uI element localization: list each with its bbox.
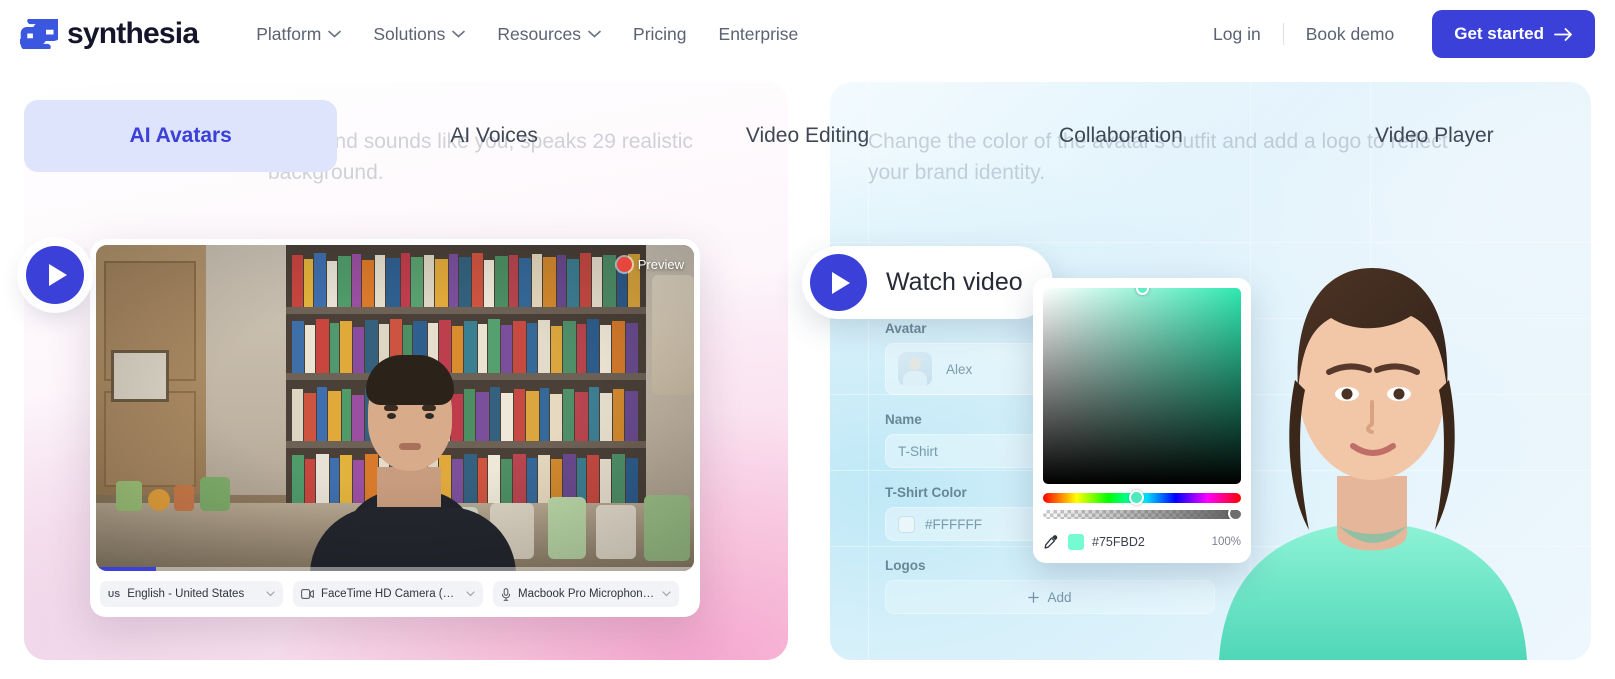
saturation-value-area[interactable] xyxy=(1043,288,1241,484)
chevron-down-icon xyxy=(452,30,466,38)
alpha-slider[interactable] xyxy=(1043,510,1241,519)
nav-divider xyxy=(1282,23,1284,45)
brand-name: synthesia xyxy=(67,17,199,50)
eyedropper-icon[interactable] xyxy=(1043,534,1059,550)
tab-video-editing[interactable]: Video Editing xyxy=(651,100,964,172)
nav-label-platform: Platform xyxy=(256,23,322,44)
chevron-down-icon xyxy=(328,30,342,38)
nav-item-platform[interactable]: Platform xyxy=(240,16,357,53)
play-icon xyxy=(48,264,67,286)
chevron-down-icon xyxy=(266,591,275,597)
watch-video-circle xyxy=(810,254,867,311)
tab-ai-voices[interactable]: AI Voices xyxy=(337,100,650,172)
tshirt-color-value: #FFFFFF xyxy=(925,516,982,532)
camera-icon xyxy=(301,589,314,599)
hex-color-input[interactable]: #75FBD2 xyxy=(1068,534,1195,550)
microphone-select[interactable]: Macbook Pro Microphone (Bu... xyxy=(493,581,679,607)
arrow-right-icon xyxy=(1554,27,1572,41)
add-logo-button[interactable]: Add xyxy=(885,580,1215,614)
nav-item-resources[interactable]: Resources xyxy=(481,16,617,53)
tab-video-player[interactable]: Video Player xyxy=(1278,100,1591,172)
language-select-value: English - United States xyxy=(127,588,245,600)
plus-icon xyxy=(1028,591,1040,603)
add-logo-label: Add xyxy=(1047,589,1072,605)
watch-video-button[interactable]: Watch video xyxy=(802,246,1053,319)
nav-actions: Log in Book demo Get started xyxy=(1197,10,1595,58)
microphone-select-value: Macbook Pro Microphone (Bu... xyxy=(518,588,655,600)
video-progress-fill xyxy=(96,567,156,571)
avatar-thumbnail-icon xyxy=(898,352,932,386)
video-progress-bar[interactable] xyxy=(96,567,694,571)
chevron-down-icon xyxy=(466,591,475,597)
record-dot-icon xyxy=(616,257,632,272)
alpha-handle-icon[interactable] xyxy=(1228,510,1241,519)
camera-select[interactable]: FaceTime HD Camera (2C0E... xyxy=(293,581,483,607)
color-picker-popover[interactable]: #75FBD2 100% xyxy=(1033,278,1251,563)
preview-label: Preview xyxy=(637,257,684,272)
nav-item-pricing[interactable]: Pricing xyxy=(617,16,703,53)
chevron-down-icon xyxy=(662,591,671,597)
primary-nav: Platform Solutions Resources Pricing Ent… xyxy=(240,16,814,53)
nav-label-resources: Resources xyxy=(497,23,582,44)
synthesia-logo-icon xyxy=(20,19,58,49)
camera-select-value: FaceTime HD Camera (2C0E... xyxy=(321,588,459,600)
hue-slider[interactable] xyxy=(1043,490,1241,505)
watch-video-label: Watch video xyxy=(886,268,1023,296)
get-started-button[interactable]: Get started xyxy=(1432,10,1595,58)
color-swatch-icon xyxy=(898,515,915,533)
hex-color-value: #75FBD2 xyxy=(1092,535,1145,549)
book-demo-link[interactable]: Book demo xyxy=(1290,16,1411,53)
play-video-button-left[interactable] xyxy=(26,246,84,304)
webcam-recorder-window: Preview US English - United States FaceT… xyxy=(90,239,700,617)
flag-us-icon: US xyxy=(108,589,121,599)
webcam-video-frame: Preview xyxy=(96,245,694,571)
brand-logo[interactable]: synthesia xyxy=(20,17,199,50)
nav-label-solutions: Solutions xyxy=(373,23,446,44)
tab-collaboration[interactable]: Collaboration xyxy=(964,100,1277,172)
preview-badge: Preview xyxy=(616,257,684,272)
name-field-value: T-Shirt xyxy=(898,443,938,459)
nav-item-solutions[interactable]: Solutions xyxy=(357,16,481,53)
nav-item-enterprise[interactable]: Enterprise xyxy=(703,16,815,53)
nav-label-pricing: Pricing xyxy=(633,23,687,44)
alpha-value: 100% xyxy=(1211,536,1241,548)
saturation-handle-icon[interactable] xyxy=(1136,288,1149,295)
login-link[interactable]: Log in xyxy=(1197,16,1277,53)
tab-ai-avatars[interactable]: AI Avatars xyxy=(24,100,338,172)
hex-swatch-icon xyxy=(1068,534,1084,550)
chevron-down-icon xyxy=(588,30,601,38)
play-icon xyxy=(832,271,850,294)
microphone-icon xyxy=(501,587,511,601)
feature-tabs: AI Avatars AI Voices Video Editing Colla… xyxy=(24,100,1591,172)
language-select[interactable]: US English - United States xyxy=(100,581,283,607)
avatar-field-value: Alex xyxy=(946,361,973,377)
nav-label-enterprise: Enterprise xyxy=(718,23,799,44)
top-navigation-bar: synthesia Platform Solutions Resources P… xyxy=(0,0,1615,68)
get-started-label: Get started xyxy=(1454,24,1544,43)
color-picker-footer: #75FBD2 100% xyxy=(1043,531,1241,553)
recorder-controls: US English - United States FaceTime HD C… xyxy=(96,571,694,617)
hue-handle-icon[interactable] xyxy=(1129,490,1144,505)
recorded-scene-image xyxy=(96,245,694,571)
